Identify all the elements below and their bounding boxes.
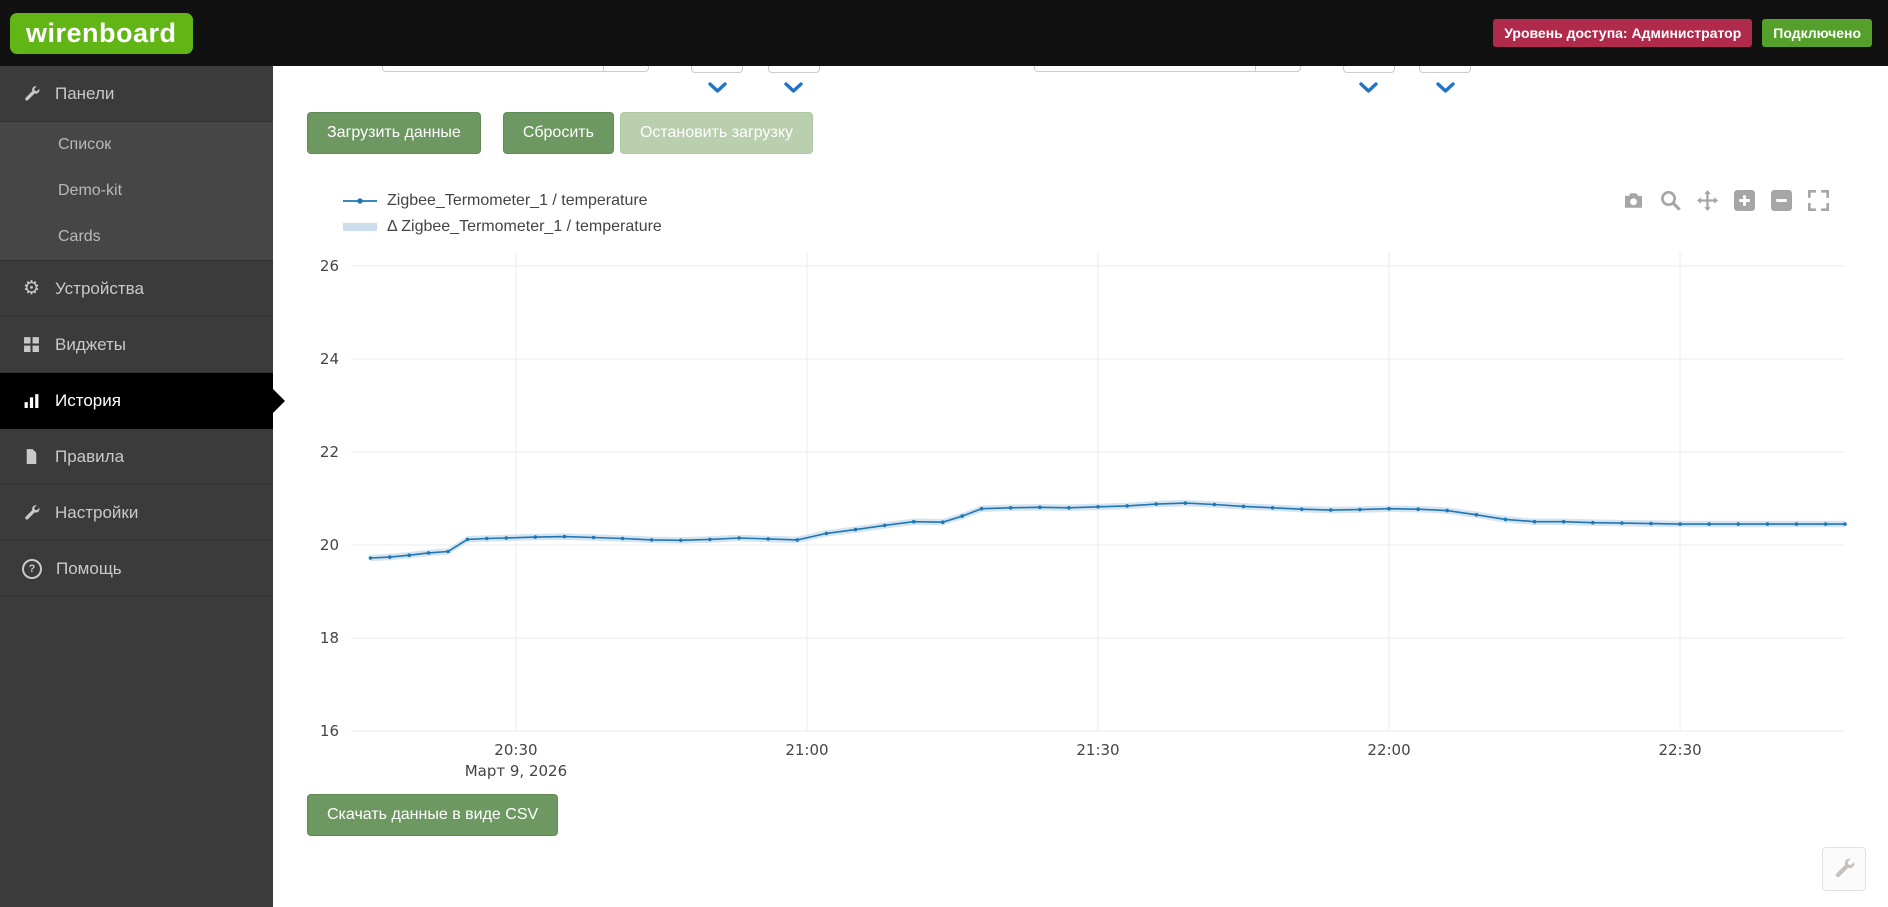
sidebar-item-devices[interactable]: Устройства bbox=[0, 261, 273, 317]
chart-settings-button[interactable] bbox=[1822, 847, 1866, 891]
connection-status-badge: Подключено bbox=[1762, 19, 1872, 47]
reset-button[interactable]: Сбросить bbox=[502, 112, 614, 154]
topbar: wirenboard Уровень доступа: Администрато… bbox=[0, 0, 1888, 66]
sidebar-item-history[interactable]: История bbox=[0, 373, 273, 429]
sidebar-item-label: Виджеты bbox=[55, 334, 127, 354]
sidebar-item-demo-kit[interactable]: Demo-kit bbox=[0, 168, 273, 214]
start-hour-down-button[interactable] bbox=[707, 81, 728, 94]
svg-text:26: 26 bbox=[320, 257, 339, 275]
sidebar-item-list[interactable]: Список bbox=[0, 122, 273, 168]
history-page: Начало : Конец bbox=[273, 0, 1888, 836]
svg-text:24: 24 bbox=[320, 350, 339, 368]
zoom-out-button[interactable] bbox=[1769, 190, 1793, 214]
svg-text:18: 18 bbox=[320, 629, 339, 647]
legend-item-delta[interactable]: Δ Zigbee_Termometer_1 / temperature bbox=[343, 214, 662, 240]
sidebar-item-panels[interactable]: Панели bbox=[0, 66, 273, 122]
wrench-icon bbox=[22, 84, 41, 103]
access-level-badge: Уровень доступа: Администратор bbox=[1493, 19, 1753, 47]
sidebar-item-label: Панели bbox=[55, 83, 115, 103]
wrench-icon bbox=[22, 503, 41, 522]
sidebar-item-label: Устройства bbox=[55, 278, 144, 298]
pan-arrows-icon bbox=[1696, 190, 1718, 214]
status-badges: Уровень доступа: Администратор Подключен… bbox=[1493, 19, 1872, 47]
svg-text:16: 16 bbox=[320, 722, 339, 740]
zoom-in-button[interactable] bbox=[1732, 190, 1756, 214]
band-swatch-icon bbox=[343, 223, 377, 231]
sidebar-item-cards[interactable]: Cards bbox=[0, 214, 273, 260]
zoom-mode-button[interactable] bbox=[1658, 190, 1682, 214]
legend-label: Zigbee_Termometer_1 / temperature bbox=[387, 192, 648, 209]
sidebar-item-settings[interactable]: Настройки bbox=[0, 485, 273, 541]
sidebar-item-label: Demo-kit bbox=[58, 182, 123, 199]
pan-mode-button[interactable] bbox=[1695, 190, 1719, 214]
sidebar-item-label: Настройки bbox=[55, 502, 139, 522]
widgets-grid-icon bbox=[22, 335, 41, 354]
svg-text:21:00: 21:00 bbox=[785, 741, 828, 759]
svg-text:Март 9, 2026: Март 9, 2026 bbox=[465, 762, 567, 780]
file-icon bbox=[22, 447, 41, 466]
question-circle-icon bbox=[22, 558, 42, 579]
sidebar-panels-subgroup: Список Demo-kit Cards bbox=[0, 122, 273, 261]
end-hour-down-button[interactable] bbox=[1358, 81, 1379, 94]
download-csv-button[interactable]: Скачать данные в виде CSV bbox=[307, 794, 559, 836]
wirenboard-logo[interactable]: wirenboard bbox=[10, 12, 193, 54]
download-plot-button[interactable] bbox=[1621, 190, 1645, 214]
history-chart: Zigbee_Termometer_1 / temperature Δ Zigb… bbox=[307, 188, 1888, 786]
sidebar: Панели Список Demo-kit Cards Устройства … bbox=[0, 66, 273, 907]
magnifier-icon bbox=[1660, 190, 1681, 214]
load-data-button[interactable]: Загрузить данные bbox=[307, 112, 481, 154]
svg-text:20:30: 20:30 bbox=[494, 741, 537, 759]
legend-item-temperature[interactable]: Zigbee_Termometer_1 / temperature bbox=[343, 188, 648, 214]
sidebar-item-help[interactable]: Помощь bbox=[0, 541, 273, 597]
start-minute-down-button[interactable] bbox=[783, 81, 804, 94]
sidebar-item-label: Помощь bbox=[56, 558, 122, 578]
svg-text:22:00: 22:00 bbox=[1367, 741, 1410, 759]
sidebar-item-rules[interactable]: Правила bbox=[0, 429, 273, 485]
sidebar-item-widgets[interactable]: Виджеты bbox=[0, 317, 273, 373]
sidebar-item-label: Cards bbox=[58, 228, 101, 245]
svg-text:20: 20 bbox=[320, 536, 339, 554]
sidebar-item-label: Правила bbox=[55, 446, 125, 466]
svg-text:22:30: 22:30 bbox=[1658, 741, 1701, 759]
expand-corners-icon bbox=[1807, 190, 1829, 214]
end-minute-down-button[interactable] bbox=[1435, 81, 1456, 94]
legend-label: Δ Zigbee_Termometer_1 / temperature bbox=[387, 218, 662, 235]
line-swatch-icon bbox=[343, 198, 377, 204]
svg-text:22: 22 bbox=[320, 443, 339, 461]
minus-square-icon bbox=[1770, 190, 1792, 214]
sidebar-item-label: Список bbox=[58, 136, 112, 153]
chart-modebar bbox=[1621, 190, 1830, 214]
gear-icon bbox=[22, 279, 41, 298]
bar-chart-icon bbox=[22, 391, 41, 410]
wrench-icon bbox=[1833, 857, 1855, 882]
csv-row: Скачать данные в виде CSV bbox=[307, 794, 1888, 836]
stop-loading-button[interactable]: Остановить загрузку bbox=[619, 112, 814, 154]
temperature-chart-canvas[interactable]: 16 18 20 22 24 26 20:30 Март 9, 2026 21:00 21:30 2… bbox=[307, 246, 1888, 786]
actions-row: Загрузить данные Сбросить Остановить заг… bbox=[307, 112, 1888, 154]
sidebar-item-label: История bbox=[55, 390, 121, 410]
camera-icon bbox=[1623, 190, 1644, 214]
autoscale-button[interactable] bbox=[1806, 190, 1830, 214]
svg-text:21:30: 21:30 bbox=[1076, 741, 1119, 759]
plus-square-icon bbox=[1733, 190, 1755, 214]
